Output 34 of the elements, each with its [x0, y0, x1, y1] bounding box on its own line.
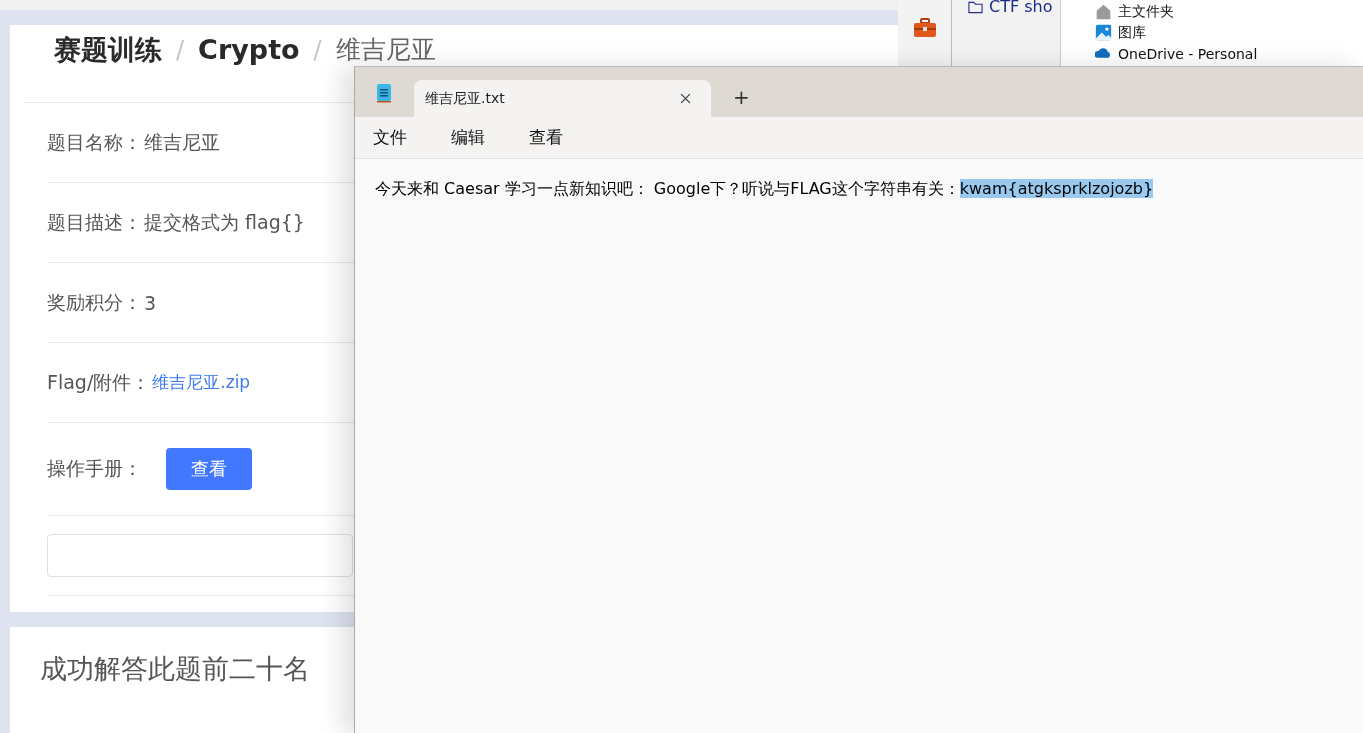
breadcrumb-item[interactable]: Crypto [198, 34, 300, 65]
field-value: 提交格式为 flag{} [144, 209, 305, 235]
document-text: 今天来和 Caesar 学习一点新知识吧： Google下？听说与FLAG这个字符串有关：kwam{atgksprklzojozb} [375, 179, 1155, 200]
breadcrumb-item: 维吉尼亚 [335, 34, 436, 66]
gallery-icon [1095, 24, 1112, 41]
menu-item[interactable]: 查看 [519, 124, 573, 151]
nav-item[interactable]: 主文件夹 [1095, 1, 1258, 22]
field-label: Flag/附件： [47, 369, 151, 395]
new-tab-button[interactable]: + [729, 85, 754, 109]
field-label: 题目名称： [47, 129, 142, 155]
flag-input-field[interactable] [47, 534, 353, 577]
field-label: 操作手册： [47, 456, 142, 481]
toolbox-icon[interactable] [912, 18, 937, 38]
menu-item[interactable]: 文件 [363, 124, 417, 151]
field-label: 奖励积分： [47, 289, 142, 315]
breadcrumb-separator: / [176, 35, 185, 64]
field-label: 题目描述： [47, 209, 142, 235]
folder-item[interactable]: CTF sho [968, 0, 1060, 16]
breadcrumb-item[interactable]: 赛题训练 [54, 31, 162, 68]
field-value: 维吉尼亚 [144, 129, 220, 155]
home-icon [1095, 3, 1112, 20]
close-icon[interactable] [680, 93, 691, 104]
view-button[interactable]: 查看 [166, 448, 252, 490]
field-value: 3 [144, 291, 157, 314]
nav-item[interactable]: OneDrive - Personal [1095, 43, 1258, 64]
notepad-icon [376, 83, 392, 103]
folder-icon [968, 0, 983, 14]
ranking-title: 成功解答此题前二十名 [40, 653, 310, 684]
nav-item[interactable]: 图库 [1095, 22, 1258, 43]
attachment-link[interactable]: 维吉尼亚.zip [152, 371, 251, 394]
tab-title: 维吉尼亚.txt [425, 89, 505, 108]
breadcrumb-separator: / [313, 35, 322, 64]
file-tab[interactable]: 维吉尼亚.txt [414, 80, 711, 117]
menu-item[interactable]: 编辑 [441, 124, 495, 151]
